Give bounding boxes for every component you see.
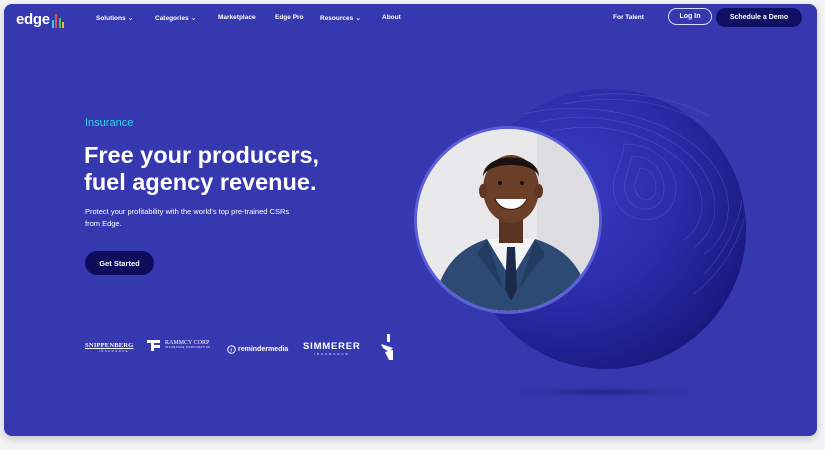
hero-portrait (414, 126, 602, 314)
nav-edge-pro[interactable]: Edge Pro (275, 14, 304, 21)
partner-snippenberg-name: SNIPPENBERG (85, 342, 134, 349)
nav-solutions-label: Solutions (96, 15, 126, 22)
page-frame: edge Solutions ⌄ Categories ⌄ Marketplace … (4, 4, 817, 436)
schedule-demo-button[interactable]: Schedule a Demo (716, 8, 802, 27)
headline-line-1: Free your producers, (84, 142, 320, 168)
headline-line-2: fuel agency revenue. (84, 169, 317, 195)
rammcy-logo-icon (147, 340, 160, 351)
partner-rammcy-sub: INSURANCE CORPORATION (165, 346, 211, 349)
businessman-photo (417, 129, 599, 311)
partner-snippenberg-sub: INSURANCE (99, 349, 129, 353)
partner-rammcy: RAMMCY CORP INSURANCE CORPORATION (147, 338, 211, 351)
login-button[interactable]: Log In (668, 8, 712, 25)
svg-text:r: r (231, 348, 233, 354)
partner-simmerer-sub: INSURANCE (313, 352, 350, 356)
edge-logo[interactable]: edge (16, 11, 65, 28)
partner-snippenberg: SNIPPENBERG INSURANCE (85, 342, 133, 353)
hero-headline: Free your producers, fuel agency revenue… (84, 142, 384, 196)
get-started-button[interactable]: Get Started (85, 251, 154, 275)
remindermedia-logo-icon: r (227, 345, 236, 354)
chevron-down-icon: ⌄ (190, 15, 197, 22)
hero-subtext: Protect your profitability with the worl… (85, 206, 355, 230)
chevron-down-icon: ⌄ (127, 15, 134, 22)
nav-marketplace[interactable]: Marketplace (218, 14, 256, 21)
nav-about-label: About (382, 14, 401, 21)
nav-categories-label: Categories (155, 15, 189, 22)
logo-wordmark: edge (16, 11, 50, 28)
partial-partner-logo-icon (381, 334, 393, 360)
subtext-line-1: Protect your profitability with the worl… (85, 207, 290, 216)
partner-simmerer: SIMMERER INSURANCE (303, 341, 361, 356)
top-nav: edge Solutions ⌄ Categories ⌄ Marketplace … (4, 4, 817, 32)
partner-remindermedia: r remindermedia (227, 345, 288, 354)
nav-solutions[interactable]: Solutions ⌄ (96, 14, 133, 22)
logo-bars-icon (51, 14, 65, 28)
partner-remindermedia-name: remindermedia (238, 346, 289, 353)
hero-eyebrow: Insurance (85, 117, 134, 129)
nav-about[interactable]: About (382, 14, 401, 21)
nav-resources[interactable]: Resources ⌄ (320, 14, 361, 22)
nav-marketplace-label: Marketplace (218, 14, 256, 21)
nav-edge-pro-label: Edge Pro (275, 14, 304, 21)
nav-resources-label: Resources (320, 15, 354, 22)
partner-simmerer-name: SIMMERER (303, 341, 361, 352)
nav-categories[interactable]: Categories ⌄ (155, 14, 196, 22)
subtext-line-2: from Edge. (85, 219, 122, 228)
globe-shadow (474, 384, 734, 400)
chevron-down-icon: ⌄ (355, 15, 362, 22)
for-talent-link[interactable]: For Talent (613, 14, 644, 21)
